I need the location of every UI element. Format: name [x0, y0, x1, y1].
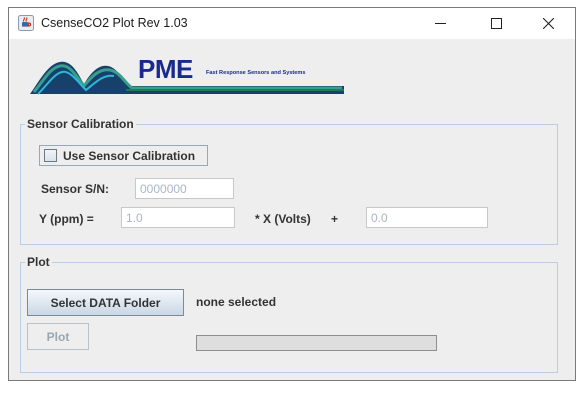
- close-button[interactable]: [525, 8, 571, 39]
- plus-sign: +: [331, 212, 339, 226]
- sensor-sn-label: Sensor S/N:: [41, 182, 110, 196]
- offset-input[interactable]: 0.0: [366, 207, 488, 228]
- select-data-folder-button[interactable]: Select DATA Folder: [27, 289, 184, 316]
- x-volts-label: * X (Volts): [255, 212, 311, 226]
- app-window: CsenseCO2 Plot Rev 1.03 PME Fast Respons…: [8, 7, 576, 381]
- pme-logo: PME Fast Response Sensors and Systems: [26, 50, 346, 98]
- java-app-icon: [18, 15, 34, 31]
- sensor-sn-input[interactable]: 0000000: [135, 178, 234, 199]
- logo-brand: PME: [138, 54, 193, 84]
- progress-bar: [196, 335, 437, 351]
- minimize-icon: [435, 23, 446, 24]
- use-calibration-label: Use Sensor Calibration: [63, 149, 196, 163]
- window-title: CsenseCO2 Plot Rev 1.03: [41, 16, 188, 30]
- sensor-calibration-legend: Sensor Calibration: [27, 117, 134, 131]
- y-ppm-label: Y (ppm) =: [39, 212, 94, 226]
- folder-status-text: none selected: [196, 295, 277, 309]
- slope-input[interactable]: 1.0: [121, 207, 235, 228]
- plot-legend: Plot: [27, 255, 50, 269]
- title-bar[interactable]: CsenseCO2 Plot Rev 1.03: [9, 8, 575, 39]
- logo-tagline: Fast Response Sensors and Systems: [206, 70, 306, 76]
- minimize-button[interactable]: [417, 8, 463, 39]
- maximize-button[interactable]: [473, 8, 519, 39]
- maximize-icon: [491, 18, 502, 29]
- use-calibration-toggle[interactable]: Use Sensor Calibration: [39, 145, 208, 166]
- use-calibration-checkbox[interactable]: [44, 149, 57, 162]
- close-icon: [543, 18, 554, 29]
- plot-button[interactable]: Plot: [27, 323, 89, 350]
